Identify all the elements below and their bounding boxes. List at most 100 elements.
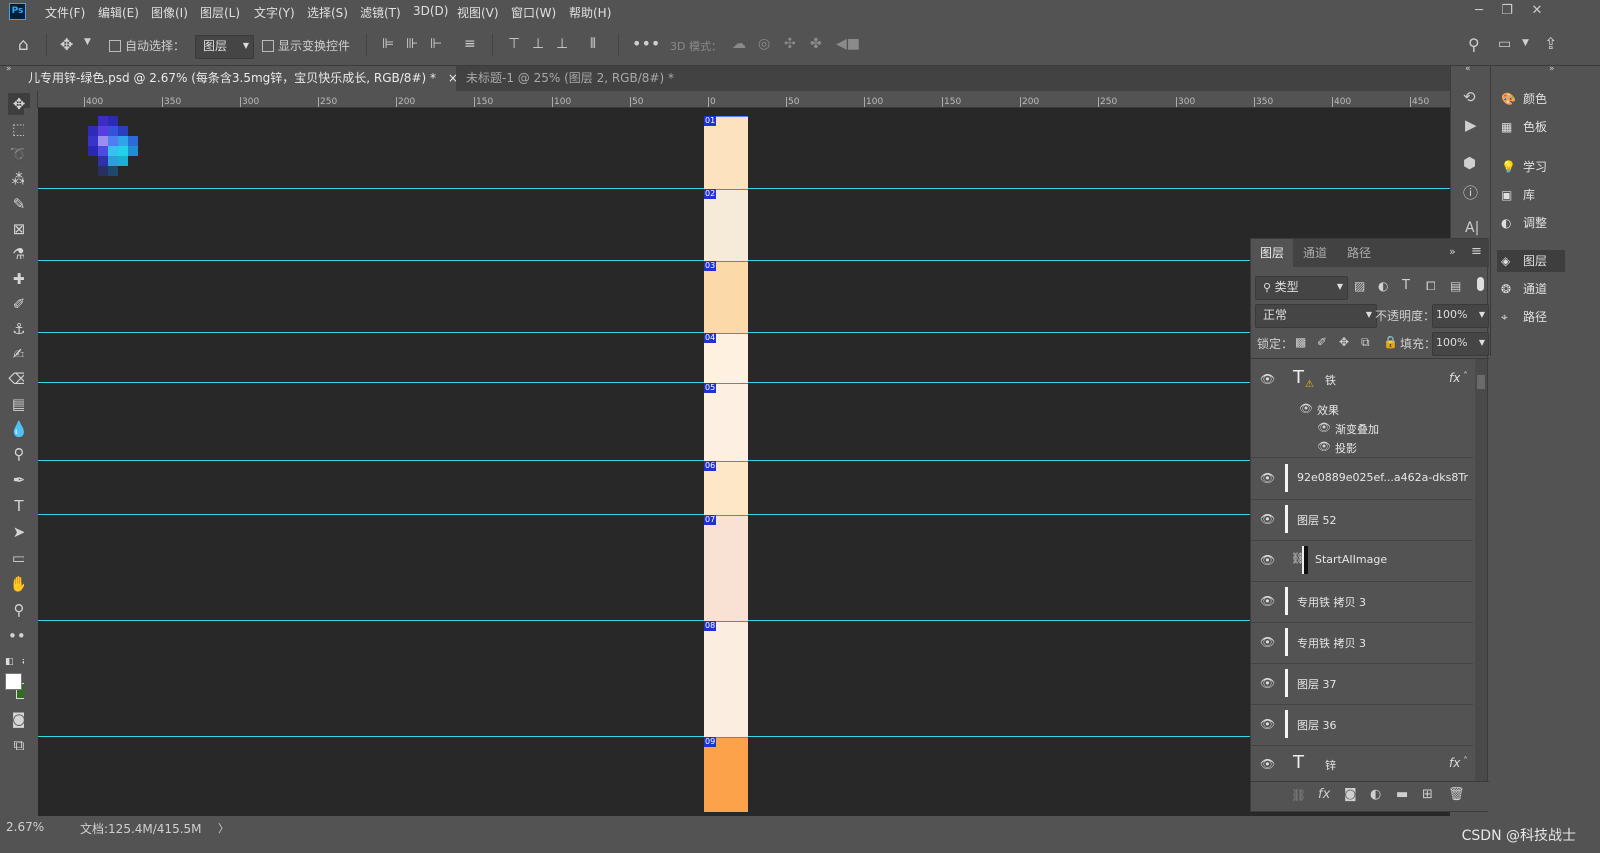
layer-row[interactable]: 👁 图层 37 bbox=[1251, 663, 1473, 705]
visibility-eye-icon[interactable]: 👁 bbox=[1260, 757, 1275, 771]
menu-item[interactable]: 编辑(E) bbox=[98, 4, 139, 21]
new-adjustment-icon[interactable]: ◐ bbox=[1370, 787, 1381, 802]
collapse-right-icon[interactable]: » bbox=[1549, 64, 1555, 74]
align-bottom-icon[interactable]: ⊥ bbox=[556, 36, 568, 52]
menu-item[interactable]: 视图(V) bbox=[457, 4, 499, 21]
filter-toggle[interactable] bbox=[1477, 277, 1484, 291]
panel-learn[interactable]: 💡 学习 bbox=[1501, 158, 1547, 175]
layer-row[interactable]: 👁 T ⚠ 铁 fx ˄ bbox=[1251, 359, 1473, 400]
character-icon[interactable]: A| bbox=[1465, 220, 1479, 236]
layer-row[interactable]: 👁 ⛓ StartAIImage bbox=[1251, 540, 1473, 582]
layer-row[interactable]: 👁 专用铁 拷贝 3 bbox=[1251, 622, 1473, 664]
status-menu-arrow[interactable]: 〉 bbox=[218, 820, 229, 836]
history-icon[interactable]: ⟲ bbox=[1463, 88, 1476, 106]
menu-item[interactable]: 3D(D) bbox=[413, 4, 448, 18]
scrollbar-thumb[interactable] bbox=[1477, 375, 1485, 389]
3d-icon[interactable]: ⬢ bbox=[1463, 154, 1476, 172]
chevron-up-icon[interactable]: ˄ bbox=[1463, 756, 1468, 767]
menu-item[interactable]: 帮助(H) bbox=[569, 4, 611, 21]
minimize-button[interactable]: ─ bbox=[1466, 2, 1492, 20]
close-window-button[interactable]: ✕ bbox=[1524, 2, 1550, 20]
layer-row[interactable]: 👁 T 锌 fx ˄ bbox=[1251, 744, 1473, 781]
3d-orbit-icon[interactable]: ☁ bbox=[732, 36, 746, 52]
panel-menu-icon[interactable]: ≡ bbox=[1471, 244, 1482, 259]
tab-channels[interactable]: 通道 bbox=[1303, 239, 1327, 267]
slice-area[interactable] bbox=[704, 383, 748, 461]
3d-slide-icon[interactable]: ✤ bbox=[810, 36, 822, 52]
align-right-icon[interactable]: ⊩ bbox=[430, 36, 442, 52]
distribute-vertical-icon[interactable]: ⫴ bbox=[590, 36, 596, 52]
slice-area[interactable] bbox=[704, 621, 748, 737]
delete-layer-icon[interactable]: 🗑 bbox=[1448, 787, 1465, 802]
menu-item[interactable]: 图像(I) bbox=[151, 4, 188, 21]
filter-adjust-icon[interactable]: ◐ bbox=[1378, 279, 1388, 293]
opacity-input[interactable]: 100% ▼ bbox=[1432, 304, 1489, 328]
visibility-eye-icon[interactable]: 👁 bbox=[1260, 717, 1275, 731]
visibility-eye-icon[interactable]: 👁 bbox=[1317, 421, 1331, 434]
tab-document-1[interactable]: 儿专用锌-绿色.psd @ 2.67% (每条含3.5mg锌，宝贝快乐成长, R… bbox=[28, 66, 456, 91]
visibility-eye-icon[interactable]: 👁 bbox=[1260, 594, 1275, 608]
foreground-color-swatch[interactable] bbox=[5, 673, 22, 690]
tab-paths[interactable]: 路径 bbox=[1347, 239, 1371, 267]
layer-filter-dropdown[interactable]: ⚲ 类型 ▼ bbox=[1255, 276, 1348, 300]
default-colors-icon[interactable]: ◧ bbox=[5, 657, 14, 667]
slice-area[interactable] bbox=[704, 737, 748, 812]
slice-area[interactable] bbox=[704, 116, 748, 189]
lock-pixels-icon[interactable]: ✐ bbox=[1317, 335, 1327, 349]
slice-area[interactable] bbox=[704, 261, 748, 333]
show-transform-checkbox[interactable] bbox=[262, 40, 274, 52]
menu-item[interactable]: 文件(F) bbox=[45, 4, 85, 21]
menu-item[interactable]: 滤镜(T) bbox=[360, 4, 401, 21]
menu-item[interactable]: 窗口(W) bbox=[511, 4, 556, 21]
blend-mode-dropdown[interactable]: 正常 ▼ bbox=[1255, 304, 1377, 328]
filter-pixel-icon[interactable]: ▨ bbox=[1354, 279, 1365, 293]
zoom-level[interactable]: 2.67% bbox=[6, 820, 44, 834]
chevron-up-icon[interactable]: ˄ bbox=[1463, 371, 1468, 382]
visibility-eye-icon[interactable]: 👁 bbox=[1260, 512, 1275, 526]
visibility-eye-icon[interactable]: 👁 bbox=[1317, 440, 1331, 453]
home-icon[interactable]: ⌂ bbox=[18, 35, 29, 55]
slice-area[interactable] bbox=[704, 515, 748, 621]
3d-camera-icon[interactable]: ◀■ bbox=[836, 36, 860, 52]
layer-effects-group[interactable]: 👁 效果 bbox=[1251, 400, 1473, 419]
lock-position-icon[interactable]: ✥ bbox=[1339, 335, 1349, 349]
tab-close-icon[interactable]: × bbox=[448, 71, 456, 85]
align-left-icon[interactable]: ⊫ bbox=[382, 36, 394, 52]
filter-smart-icon[interactable]: ▤ bbox=[1450, 279, 1461, 293]
filter-shape-icon[interactable]: ⧠ bbox=[1426, 279, 1436, 294]
tab-layers[interactable]: 图层 bbox=[1251, 239, 1293, 267]
collapse-panels-icon[interactable]: « bbox=[1465, 64, 1471, 74]
align-top-icon[interactable]: ⊤ bbox=[508, 36, 520, 52]
workspace-chevron-icon[interactable]: ▼ bbox=[1522, 38, 1529, 48]
visibility-eye-icon[interactable]: 👁 bbox=[1299, 402, 1313, 415]
link-layers-icon[interactable]: ⛓ bbox=[1291, 788, 1306, 802]
new-layer-icon[interactable]: ⊞ bbox=[1422, 787, 1433, 802]
visibility-eye-icon[interactable]: 👁 bbox=[1260, 553, 1275, 567]
panel-channels[interactable]: ❂ 通道 bbox=[1501, 280, 1547, 297]
layer-row[interactable]: 👁 92e0889e025ef...a462a-dks8Tr bbox=[1251, 458, 1473, 500]
panel-layers[interactable]: ◈ 图层 bbox=[1497, 250, 1565, 272]
lock-transparency-icon[interactable]: ▩ bbox=[1295, 335, 1306, 349]
slice-area[interactable] bbox=[704, 189, 748, 261]
add-style-icon[interactable]: fx bbox=[1318, 787, 1330, 802]
distribute-icon[interactable]: ≡ bbox=[464, 36, 476, 52]
auto-select-target-dropdown[interactable]: 图层 ▼ bbox=[195, 35, 254, 59]
panel-adjustments[interactable]: ◐ 调整 bbox=[1501, 214, 1547, 231]
add-mask-icon[interactable]: ◙ bbox=[1344, 787, 1357, 802]
panel-color[interactable]: 🎨 颜色 bbox=[1501, 90, 1547, 107]
share-icon[interactable]: ⇪ bbox=[1544, 34, 1557, 53]
move-tool-icon[interactable]: ✥ bbox=[60, 35, 73, 54]
tab-document-2[interactable]: 未标题-1 @ 25% (图层 2, RGB/8#) * × bbox=[464, 66, 686, 91]
align-center-icon[interactable]: ⊪ bbox=[406, 36, 418, 52]
layer-row[interactable]: 👁 图层 36 bbox=[1251, 704, 1473, 746]
chevron-down-icon[interactable]: ▼ bbox=[84, 37, 91, 47]
filter-type-icon[interactable]: T bbox=[1402, 278, 1410, 293]
3d-roll-icon[interactable]: ◎ bbox=[758, 36, 770, 52]
layer-effect[interactable]: 👁 渐变叠加 bbox=[1251, 419, 1473, 438]
panel-paths[interactable]: ⌖ 路径 bbox=[1501, 308, 1547, 325]
info-icon[interactable]: ⓘ bbox=[1463, 182, 1478, 203]
auto-select-checkbox[interactable] bbox=[109, 40, 121, 52]
lock-all-icon[interactable]: 🔒 bbox=[1383, 335, 1398, 349]
new-group-icon[interactable]: ▬ bbox=[1396, 787, 1408, 802]
restore-button[interactable]: ❐ bbox=[1494, 2, 1520, 20]
